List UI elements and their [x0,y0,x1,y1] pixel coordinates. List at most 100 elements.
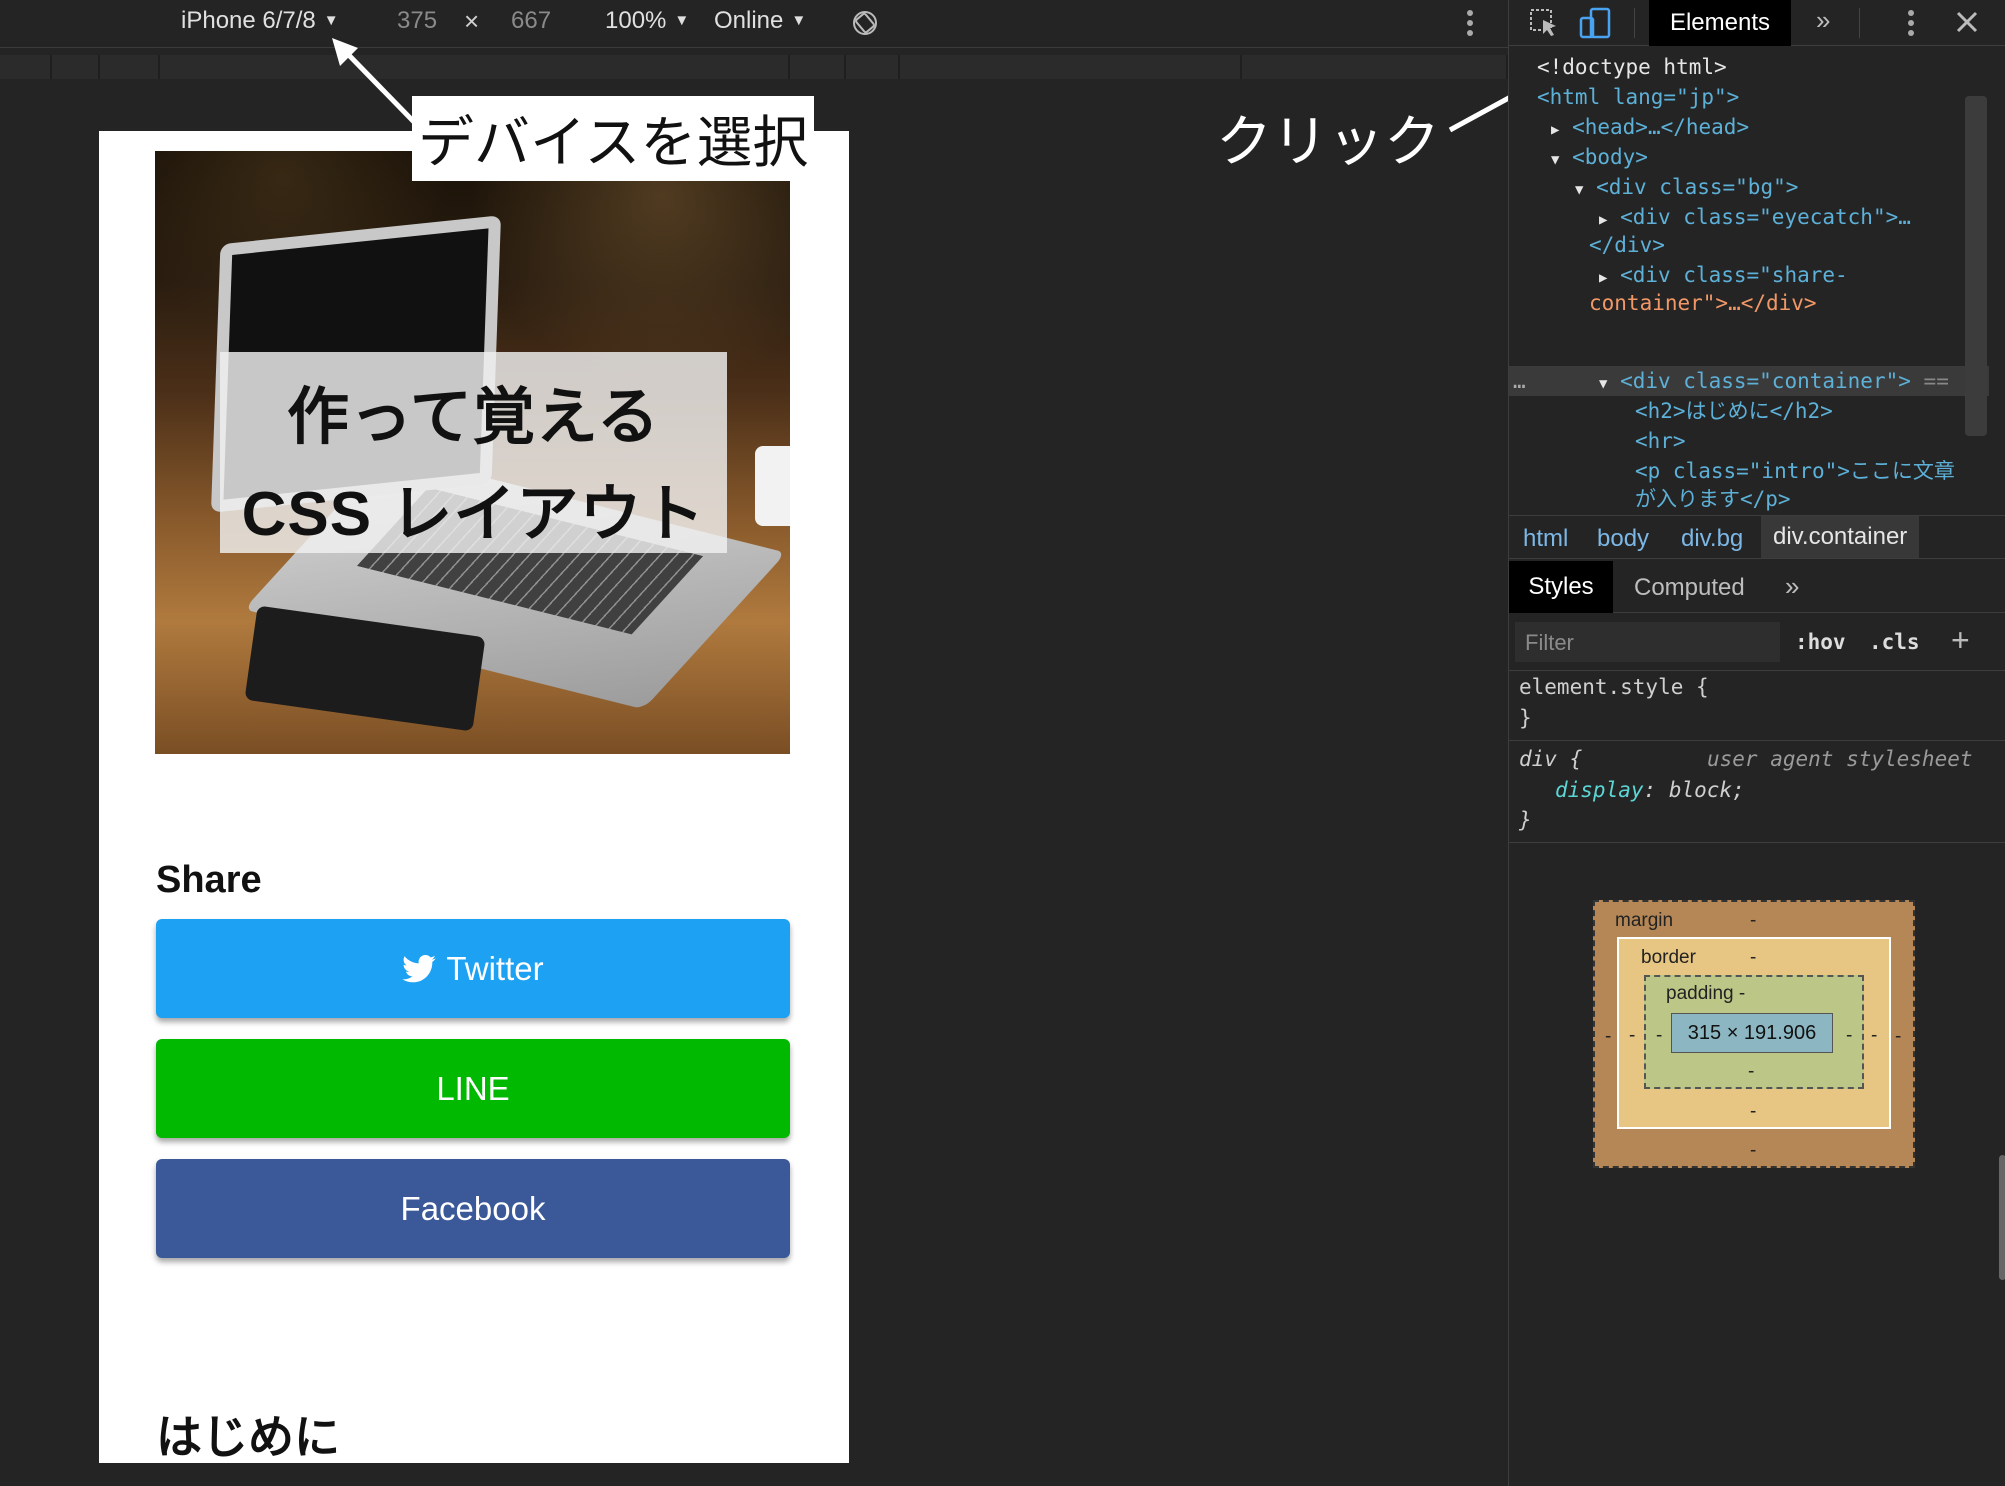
border-bottom-value[interactable]: - [1750,1101,1756,1123]
zoom-value: 100% [605,7,667,34]
dom-tree: <!doctype html> <html lang="jp"> ▶ <head… [1509,48,1989,513]
dom-line[interactable]: <p class="intro">ここに文章 [1635,456,1955,486]
dom-line[interactable]: <div class="share- [1620,263,1848,287]
more-tabs-icon[interactable]: » [1785,571,1799,602]
device-toolbar: iPhone 6/7/8 ▼ 375 × 667 100% ▼ Online ▼ [0,0,1508,48]
rule-close: } [1519,808,1532,832]
margin-right-value[interactable]: - [1895,1026,1901,1048]
more-tabs-icon[interactable]: » [1816,5,1830,36]
box-model-content[interactable]: 315 × 191.906 [1671,1013,1833,1053]
dom-line[interactable]: が入ります</p> [1635,484,1791,514]
device-select[interactable]: iPhone 6/7/8 ▼ [181,7,339,35]
zoom-select[interactable]: 100% ▼ [605,7,689,35]
div-rule-selector[interactable]: div { [1519,747,1582,771]
filter-input[interactable]: Filter [1515,622,1780,662]
chevron-down-icon: ▼ [791,12,807,29]
triangle-right-icon[interactable]: ▶ [1551,122,1559,138]
css-property[interactable]: display [1555,778,1644,802]
line-label: LINE [436,1069,510,1107]
more-options-icon[interactable] [1466,8,1474,43]
devtools-panel: Elements » <!doctype html> <html lang="j… [1508,0,2005,1486]
breadcrumb-body[interactable]: body [1597,525,1649,553]
margin-label: margin [1615,910,1674,931]
padding-bottom-value[interactable]: - [1748,1061,1754,1083]
close-icon[interactable] [1955,10,1979,39]
twitter-label: Twitter [446,949,544,987]
dom-line[interactable]: <div class="bg"> [1596,175,1798,199]
times-icon: × [464,6,480,36]
dom-line[interactable]: <h2>はじめに</h2> [1635,396,1833,426]
network-select[interactable]: Online ▼ [714,7,806,35]
triangle-right-icon[interactable]: ▶ [1599,212,1607,228]
line-button[interactable]: LINE [156,1039,790,1138]
breadcrumb-div-container[interactable]: div.container [1761,516,1920,558]
annotation-select-device: デバイスを選択 [412,96,815,181]
padding-left-value[interactable]: - [1656,1025,1662,1047]
dom-line[interactable]: <div class="eyecatch">… [1620,205,1911,229]
margin-left-value[interactable]: - [1605,1026,1611,1048]
device-name: iPhone 6/7/8 [181,7,316,34]
border-right-value[interactable]: - [1871,1025,1877,1047]
styles-tabbar: Styles Computed » [1509,561,2005,613]
eyecatch-image: 作って覚える CSS レイアウト [155,151,790,754]
dom-line[interactable]: <div class="container"> [1620,369,1911,393]
border-left-value[interactable]: - [1629,1025,1635,1047]
network-value: Online [714,7,784,34]
ua-stylesheet-label: user agent stylesheet [1707,747,1973,771]
twitter-button[interactable]: Twitter [156,919,790,1018]
height-field[interactable]: 667 [511,7,551,35]
rule-close: } [1519,706,1532,730]
breadcrumb: html body div.bg div.container [1509,515,2005,559]
media-query-bar[interactable] [0,49,1508,85]
margin-top-value[interactable]: - [1750,910,1756,932]
dom-line[interactable]: </div> [1589,230,1665,260]
device-toggle-icon[interactable] [1579,6,1613,45]
cls-toggle[interactable]: .cls [1869,630,1920,654]
dom-line[interactable]: container">…</div> [1589,288,1817,318]
devtools-tabbar: Elements » [1509,0,2005,46]
tab-elements[interactable]: Elements [1649,0,1791,46]
device-viewport: 作って覚える CSS レイアウト Share Twitter LINE Face… [99,131,849,1463]
chevron-down-icon: ▼ [323,12,339,29]
triangle-right-icon[interactable]: ▶ [1599,270,1607,286]
hero-title-box: 作って覚える CSS レイアウト [220,352,727,553]
breadcrumb-div-bg[interactable]: div.bg [1681,525,1743,553]
dom-line[interactable]: <!doctype html> [1537,55,1727,79]
rotate-icon[interactable] [851,9,879,42]
intro-heading: はじめに [156,1411,340,1463]
triangle-down-icon[interactable]: ▼ [1551,152,1559,168]
dom-ellipsis[interactable]: … [1513,366,1526,396]
dom-line[interactable]: <hr> [1635,426,1686,456]
border-label: border [1641,947,1696,968]
triangle-down-icon[interactable]: ▼ [1575,182,1583,198]
devtools-menu-icon[interactable] [1907,8,1915,43]
border-top-value[interactable]: - [1750,947,1756,969]
dom-line[interactable]: <head>…</head> [1572,115,1749,139]
chevron-down-icon: ▼ [674,12,690,29]
css-value[interactable]: block; [1669,778,1745,802]
padding-label: padding [1666,983,1734,1004]
padding-right-value[interactable]: - [1846,1025,1852,1047]
selected-marker: == [1923,369,1949,393]
tab-styles[interactable]: Styles [1509,561,1613,613]
padding-top-value[interactable]: - [1739,983,1745,1004]
annotation-click: クリック [1216,110,1440,173]
facebook-label: Facebook [400,1189,546,1227]
tab-computed[interactable]: Computed [1634,574,1745,602]
breadcrumb-html[interactable]: html [1523,525,1568,553]
facebook-button[interactable]: Facebook [156,1159,790,1258]
hov-toggle[interactable]: :hov [1795,630,1846,654]
dom-line[interactable]: <body> [1572,145,1648,169]
dom-scrollbar[interactable] [1965,96,1987,436]
new-rule-icon[interactable]: + [1951,622,1970,659]
hero-title-line1: 作って覚える [286,383,661,452]
element-style-rule[interactable]: element.style { [1519,675,1709,699]
twitter-icon [402,954,437,983]
inspect-element-icon[interactable] [1529,8,1559,43]
styles-scrollbar[interactable] [1999,1155,2005,1280]
dom-line[interactable]: <html lang="jp"> [1537,82,1739,112]
margin-bottom-value[interactable]: - [1750,1140,1756,1162]
share-heading: Share [156,859,262,901]
width-field[interactable]: 375 [397,7,437,35]
triangle-down-icon[interactable]: ▼ [1599,376,1607,392]
